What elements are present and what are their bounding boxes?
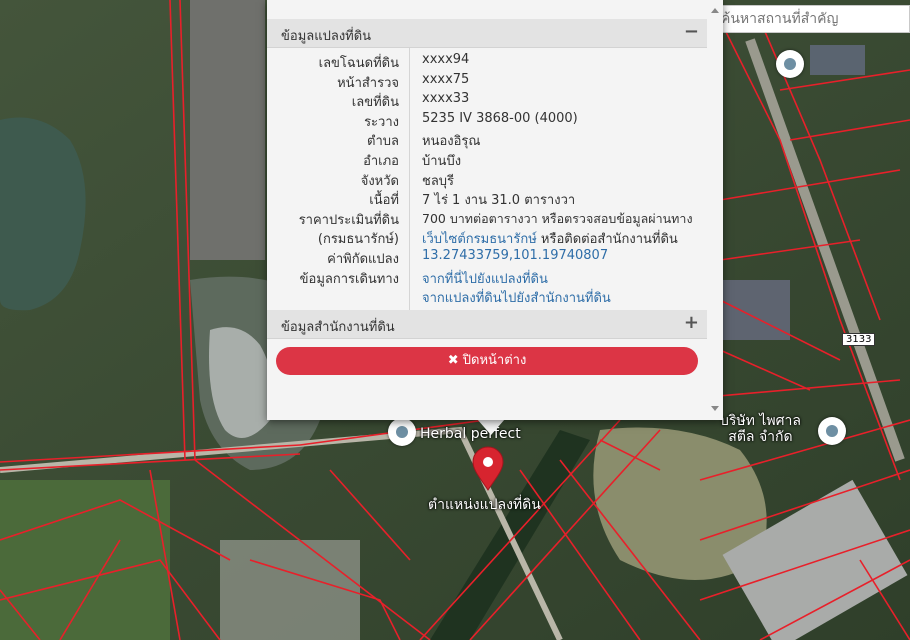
section-title-land-office: ข้อมูลสำนักงานที่ดิน	[281, 320, 395, 335]
close-window-button[interactable]: ✖ ปิดหน้าต่าง	[276, 347, 698, 375]
poi-label-herbal: Herbal perfect	[420, 426, 521, 442]
info-row: จังหวัด ชลบุรี	[267, 168, 707, 189]
parcel-info-popup: ข้อมูลแปลงที่ดิน − เลขโฉนดที่ดิน xxxx94 ห…	[267, 0, 723, 420]
popup-content: ข้อมูลแปลงที่ดิน − เลขโฉนดที่ดิน xxxx94 ห…	[267, 0, 707, 420]
poi-label-paisan-text: บริษัท ไพศาล สตีล จำกัด	[720, 413, 801, 445]
route-to-office-link[interactable]: จากแปลงที่ดินไปยังสำนักงานที่ดิน	[422, 287, 611, 308]
info-row: ราคาประเมินที่ดิน 700 บาทต่อตารางวา หรือต…	[267, 207, 707, 228]
row-value: xxxx33	[422, 91, 470, 107]
info-row-treasury: (กรมธนารักษ์) เว็บไซต์กรมธนารักษ์ หรือติ…	[267, 226, 707, 247]
scroll-down-arrow-icon[interactable]	[711, 406, 719, 411]
info-row: เลขโฉนดที่ดิน xxxx94	[267, 50, 707, 71]
expand-icon[interactable]: +	[684, 312, 699, 333]
info-row-coordinates: ค่าพิกัดแปลง 13.27433759,101.19740807	[267, 246, 707, 267]
poi-pin-icon-top-right[interactable]	[776, 50, 804, 78]
info-row: เนื้อที่ 7 ไร่ 1 งาน 31.0 ตารางวา	[267, 187, 707, 208]
field-bottom-left	[0, 480, 170, 640]
factory-roof	[190, 0, 265, 260]
scroll-up-arrow-icon[interactable]	[711, 8, 719, 13]
row-value: xxxx75	[422, 71, 470, 87]
info-row-route-2: จากแปลงที่ดินไปยังสำนักงานที่ดิน	[267, 285, 707, 308]
section-header-parcel-info[interactable]: ข้อมูลแปลงที่ดิน −	[267, 19, 707, 48]
info-row: หน้าสำรวจ xxxx75	[267, 70, 707, 91]
parcel-marker-label: ตำแหน่งแปลงที่ดิน	[428, 497, 541, 513]
poi-pin-icon-herbal[interactable]	[388, 418, 416, 446]
building-top-right	[810, 45, 865, 75]
close-button-label: ปิดหน้าต่าง	[462, 353, 527, 368]
parcel-info-table: เลขโฉนดที่ดิน xxxx94 หน้าสำรวจ xxxx75 เลขท…	[267, 50, 707, 308]
info-row: ระวาง 5235 IV 3868-00 (4000)	[267, 109, 707, 130]
popup-scrollbar[interactable]	[707, 0, 723, 420]
section-title-parcel-info: ข้อมูลแปลงที่ดิน	[281, 29, 372, 44]
field-bottom-mid	[220, 540, 360, 640]
row-value: 5235 IV 3868-00 (4000)	[422, 110, 578, 126]
collapse-icon[interactable]: −	[684, 21, 699, 42]
poi-pin-icon-paisan[interactable]	[818, 417, 846, 445]
popup-pointer	[477, 419, 505, 435]
info-row: เลขที่ดิน xxxx33	[267, 89, 707, 110]
info-row: ตำบล หนองอิรุณ	[267, 128, 707, 149]
coordinates-link[interactable]: 13.27433759,101.19740807	[422, 248, 608, 263]
factory-roof-2	[720, 280, 790, 340]
close-x-icon: ✖	[447, 353, 459, 368]
row-value: xxxx94	[422, 52, 470, 67]
info-row: อำเภอ บ้านบึง	[267, 148, 707, 169]
info-row-route: ข้อมูลการเดินทาง จากที่นี่ไปยังแปลงที่ดิ…	[267, 266, 707, 287]
road-number-badge: 3133	[842, 333, 876, 346]
search-input[interactable]	[714, 5, 910, 33]
poi-label-paisan: บริษัท ไพศาล สตีล จำกัด	[720, 413, 801, 445]
section-header-land-office[interactable]: ข้อมูลสำนักงานที่ดิน +	[267, 310, 707, 339]
